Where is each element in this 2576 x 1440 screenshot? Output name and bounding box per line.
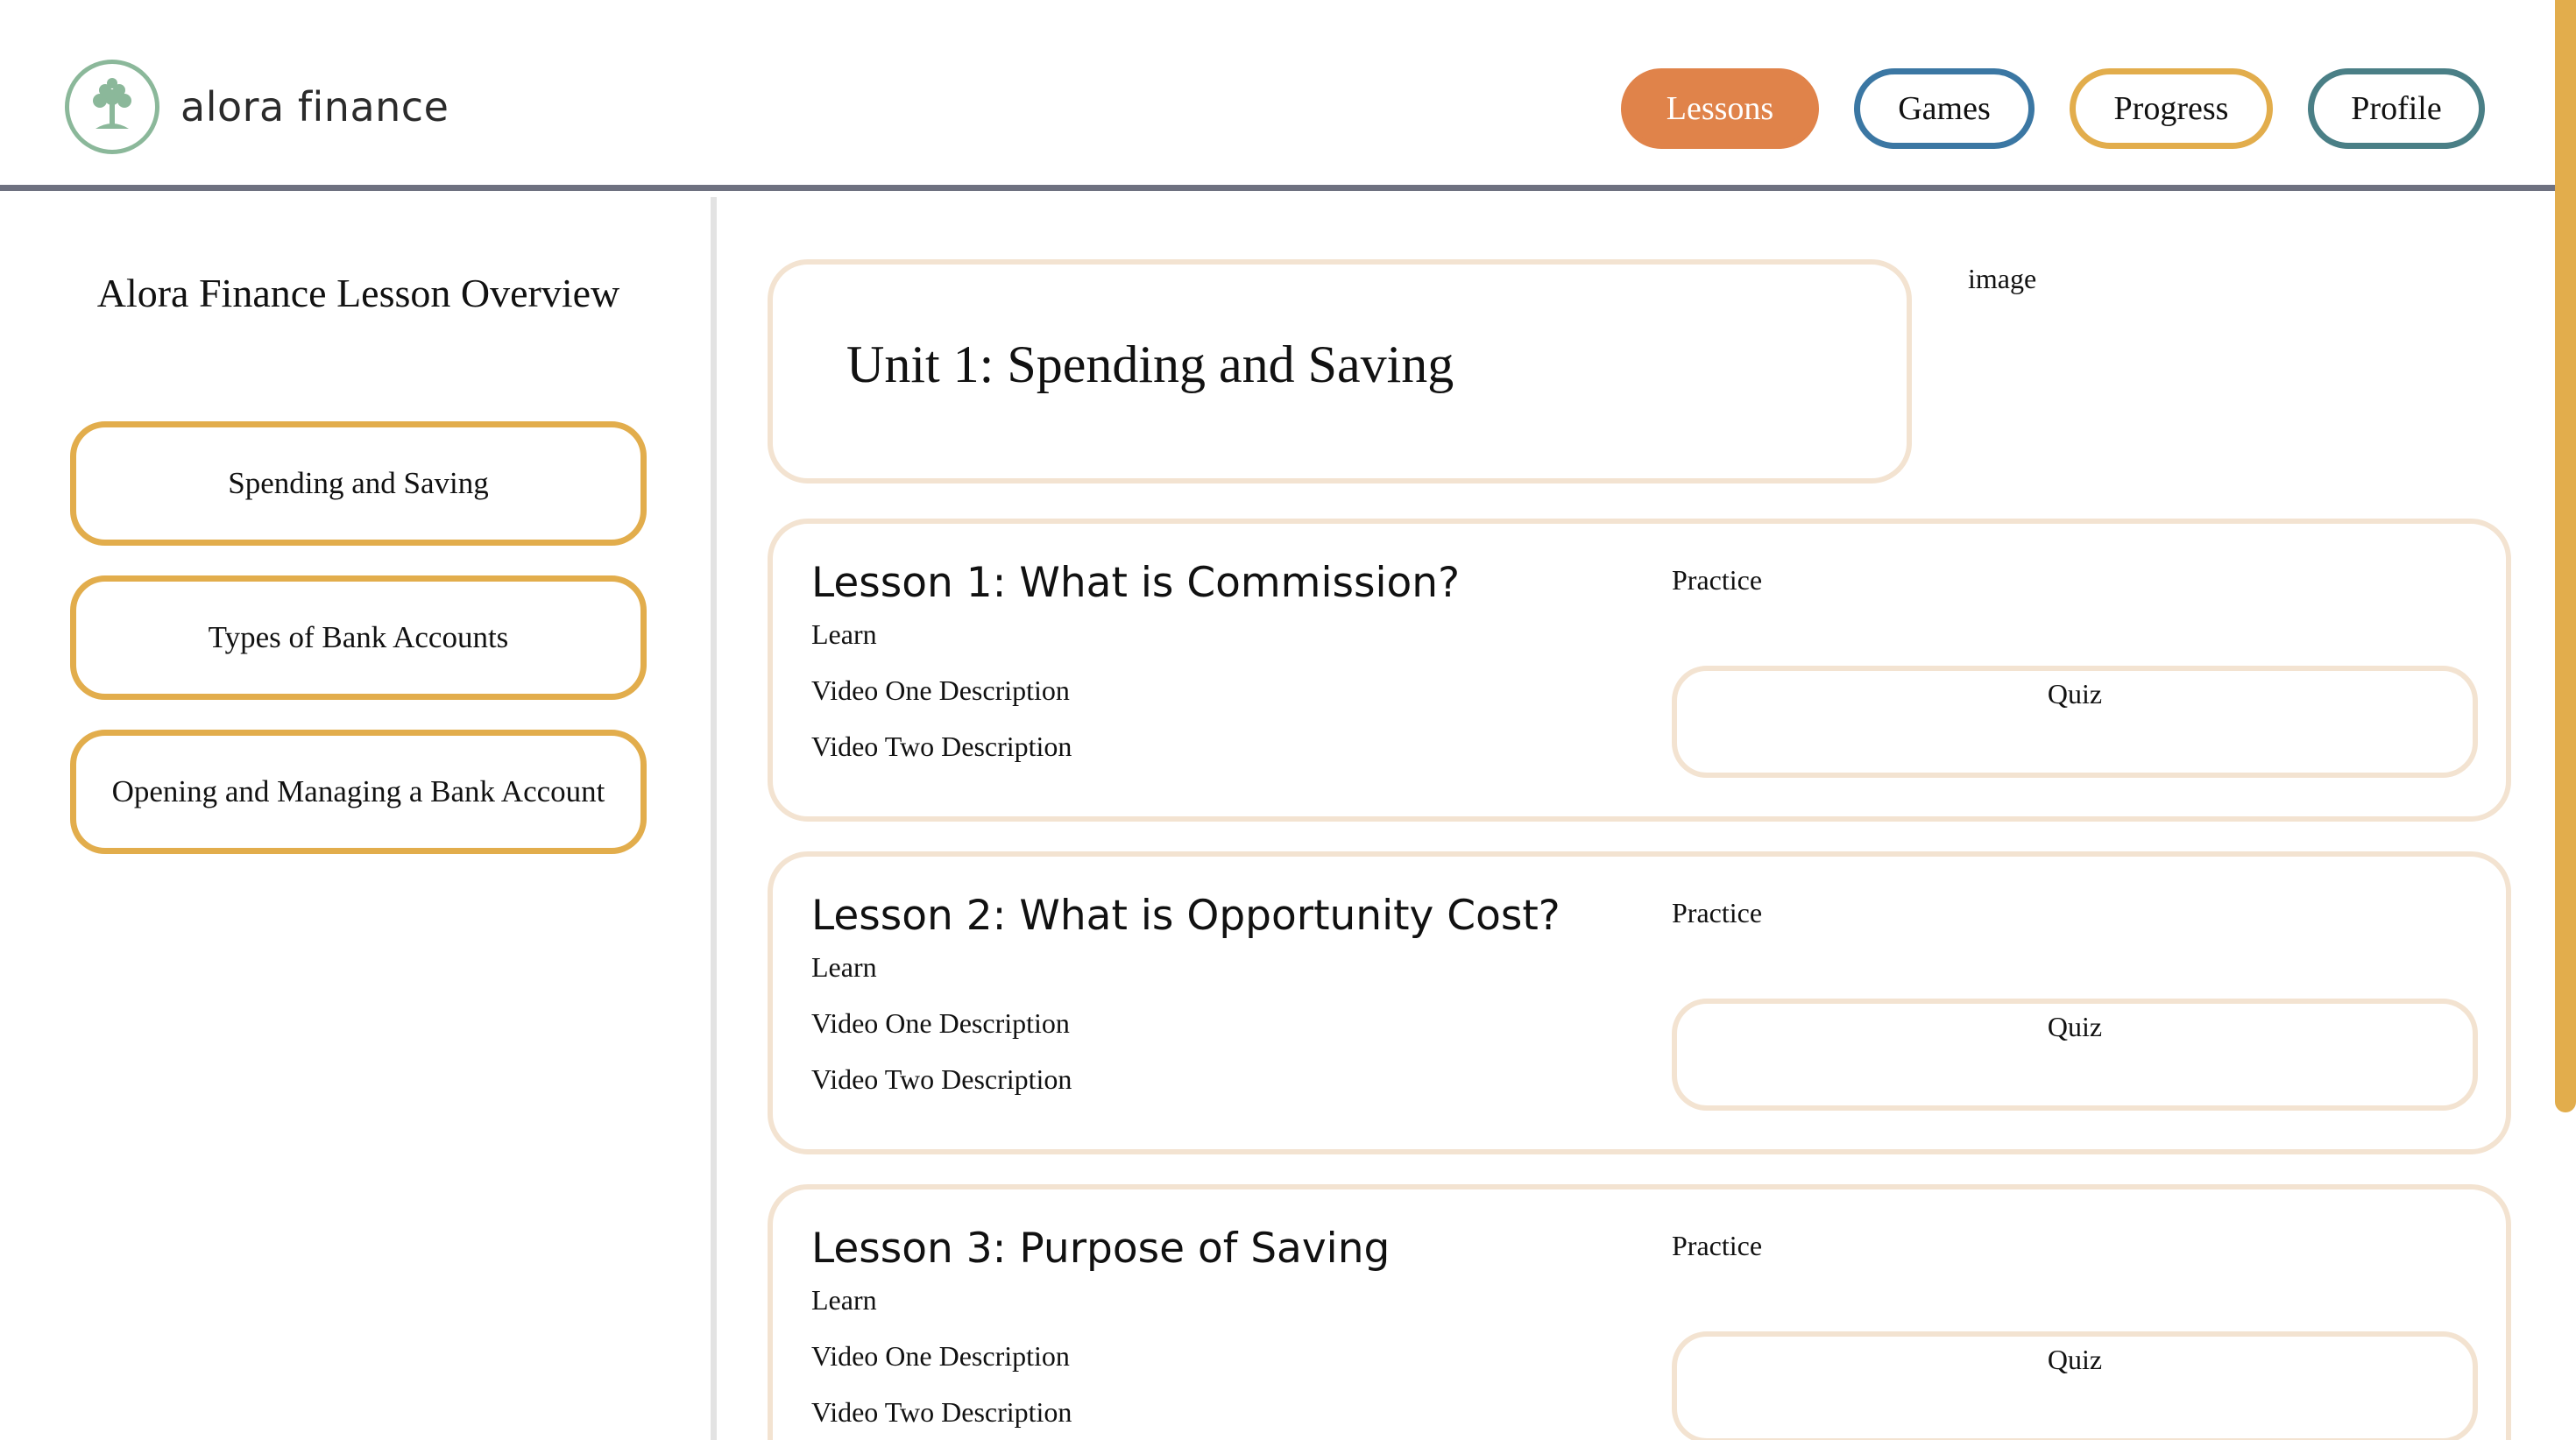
sidebar-item-types-of-bank-accounts[interactable]: Types of Bank Accounts bbox=[70, 575, 647, 700]
nav-games-button[interactable]: Games bbox=[1854, 68, 2035, 149]
video-one-link[interactable]: Video One Description bbox=[811, 1340, 1070, 1373]
sidebar-title: Alora Finance Lesson Overview bbox=[96, 271, 620, 315]
nav-progress-button[interactable]: Progress bbox=[2070, 68, 2273, 149]
quiz-button[interactable]: Quiz bbox=[1672, 666, 2478, 778]
brand[interactable]: alora finance bbox=[65, 60, 449, 154]
top-header: alora finance Lessons Games Progress Pro… bbox=[0, 0, 2555, 191]
video-two-link[interactable]: Video Two Description bbox=[811, 1063, 1072, 1096]
lesson-card: Lesson 1: What is Commission? Learn Vide… bbox=[768, 519, 2511, 822]
video-two-link[interactable]: Video Two Description bbox=[811, 731, 1072, 763]
main-nav: Lessons Games Progress Profile bbox=[1621, 68, 2485, 149]
tree-logo-icon bbox=[65, 60, 159, 154]
video-one-link[interactable]: Video One Description bbox=[811, 1007, 1070, 1040]
video-two-link[interactable]: Video Two Description bbox=[811, 1396, 1072, 1429]
learn-label: Learn bbox=[811, 618, 877, 650]
lesson-title: Lesson 2: What is Opportunity Cost? bbox=[811, 892, 1560, 940]
lesson-title: Lesson 1: What is Commission? bbox=[811, 559, 1461, 607]
lesson-card: Lesson 3: Purpose of Saving Learn Video … bbox=[768, 1184, 2511, 1440]
lesson-title: Lesson 3: Purpose of Saving bbox=[811, 1225, 1391, 1273]
nav-profile-button[interactable]: Profile bbox=[2308, 68, 2485, 149]
practice-link[interactable]: Practice bbox=[1672, 1230, 1762, 1262]
practice-link[interactable]: Practice bbox=[1672, 564, 1762, 596]
scrollbar-thumb[interactable] bbox=[2555, 0, 2576, 1112]
sidebar-item-spending-and-saving[interactable]: Spending and Saving bbox=[70, 421, 647, 546]
quiz-button[interactable]: Quiz bbox=[1672, 1331, 2478, 1440]
learn-label: Learn bbox=[811, 951, 877, 983]
unit-image-placeholder: image bbox=[1968, 263, 2037, 294]
practice-link[interactable]: Practice bbox=[1672, 897, 1762, 929]
lesson-sidebar: Alora Finance Lesson Overview Spending a… bbox=[0, 197, 717, 1440]
page: alora finance Lessons Games Progress Pro… bbox=[0, 0, 2576, 1440]
lesson-card: Lesson 2: What is Opportunity Cost? Lear… bbox=[768, 851, 2511, 1154]
brand-name: alora finance bbox=[180, 83, 449, 131]
video-one-link[interactable]: Video One Description bbox=[811, 674, 1070, 707]
unit-card: Unit 1: Spending and Saving bbox=[768, 259, 1912, 484]
nav-lessons-button[interactable]: Lessons bbox=[1621, 68, 1819, 149]
scrollbar-track[interactable] bbox=[2555, 0, 2576, 1440]
learn-label: Learn bbox=[811, 1284, 877, 1316]
quiz-button[interactable]: Quiz bbox=[1672, 999, 2478, 1111]
sidebar-item-opening-and-managing[interactable]: Opening and Managing a Bank Account bbox=[70, 730, 647, 854]
unit-title: Unit 1: Spending and Saving bbox=[846, 335, 1454, 393]
